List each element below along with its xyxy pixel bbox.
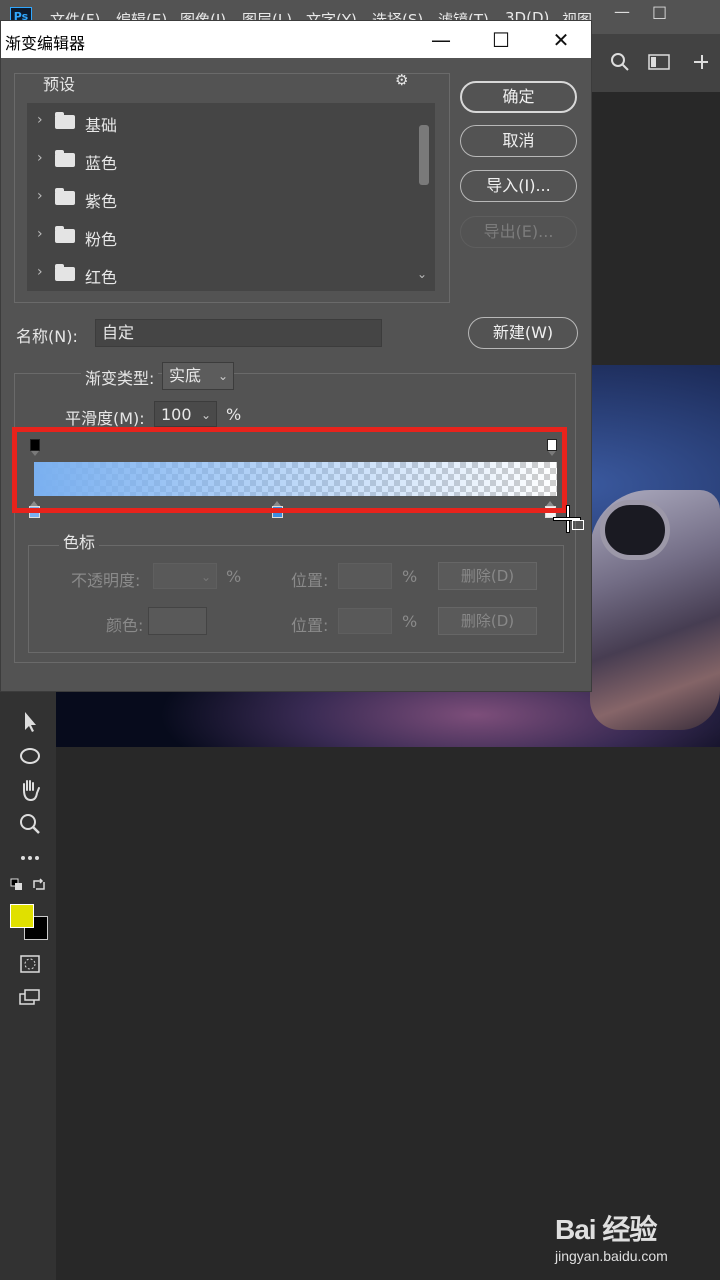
opacity-position-input (338, 563, 392, 589)
name-input[interactable]: 自定 (95, 319, 382, 347)
astronaut-helmet (600, 500, 670, 560)
stops-group-label: 色标 (59, 529, 100, 553)
name-label: 名称(N): (16, 327, 78, 346)
zoom-tool-icon[interactable] (16, 810, 44, 838)
swap-colors-icon[interactable] (32, 878, 46, 892)
chevron-down-icon[interactable]: ⌄ (417, 267, 427, 281)
preset-folder-name: 紫色 (85, 192, 118, 211)
chevron-right-icon[interactable]: › (37, 226, 43, 242)
smoothness-input[interactable]: 100 ⌄ (154, 401, 217, 427)
gear-icon[interactable]: ⚙ (395, 71, 408, 89)
baidu-jingyan-logo: Bai 经验 (555, 1214, 657, 1245)
chevron-right-icon[interactable]: › (37, 264, 43, 280)
preset-folder-pink[interactable]: › 粉色 (27, 217, 417, 255)
color-label: 颜色: (106, 616, 144, 635)
presets-scrollbar[interactable]: ⌄ (417, 107, 431, 287)
quick-mask-icon[interactable] (16, 950, 44, 978)
import-button[interactable]: 导入(I)... (460, 170, 577, 202)
color-position-input (338, 608, 392, 634)
folder-icon (55, 150, 75, 167)
ellipse-tool-icon[interactable] (16, 742, 44, 770)
default-colors-icon[interactable] (10, 878, 24, 892)
chevron-down-icon: ⌄ (200, 570, 211, 584)
share-icon[interactable] (692, 52, 714, 72)
scrollbar-thumb[interactable] (419, 125, 429, 185)
new-button[interactable]: 新建(W) (468, 317, 578, 349)
gradient-editor-dialog: 渐变编辑器 — ☐ ✕ 预设 ⚙ › 基础 › 蓝色 › 紫色 › 粉色 › 红… (0, 20, 592, 692)
more-tools-icon[interactable] (16, 844, 44, 872)
screen-mode-icon[interactable] (16, 984, 44, 1012)
presets-label: 预设 (43, 75, 76, 94)
options-bar (592, 34, 720, 92)
color-swatch-input (148, 607, 207, 635)
folder-icon (55, 226, 75, 243)
opacity-unit: % (226, 567, 242, 586)
workspace-icon[interactable] (648, 54, 670, 70)
opacity-position-label: 位置: (291, 571, 329, 590)
cancel-button[interactable]: 取消 (460, 125, 577, 157)
chevron-right-icon[interactable]: › (37, 150, 43, 166)
baidu-watermark: Bai 经验 jingyan.baidu.com (555, 1208, 715, 1264)
dialog-titlebar[interactable]: 渐变编辑器 — ☐ ✕ (1, 21, 591, 58)
maximize-button[interactable]: ☐ (481, 26, 521, 54)
hand-tool-icon[interactable] (16, 776, 44, 804)
color-position-label: 位置: (291, 616, 329, 635)
folder-icon (55, 112, 75, 129)
close-button[interactable]: ✕ (541, 26, 581, 54)
ok-button[interactable]: 确定 (460, 81, 577, 113)
folder-icon (55, 188, 75, 205)
preset-folder-name: 蓝色 (85, 154, 118, 173)
preset-folder-name: 红色 (85, 268, 118, 287)
preset-folder-name: 基础 (85, 116, 118, 135)
chevron-right-icon[interactable]: › (37, 188, 43, 204)
dialog-title: 渐变编辑器 (5, 34, 86, 53)
opacity-input: ⌄ (153, 563, 217, 589)
gradient-type-label: 渐变类型: (81, 365, 159, 389)
preset-folder-name: 粉色 (85, 230, 118, 249)
export-button: 导出(E)... (460, 216, 577, 248)
annotation-highlight-box (12, 427, 567, 513)
smoothness-label: 平滑度(M): (65, 409, 145, 428)
chevron-down-icon: ⌄ (217, 369, 228, 383)
gradient-type-select[interactable]: 实底 ⌄ (162, 362, 234, 390)
smoothness-value: 100 (161, 405, 192, 424)
color-position-unit: % (402, 612, 418, 631)
minimize-button[interactable]: — (421, 26, 461, 54)
chevron-down-icon[interactable]: ⌄ (201, 402, 211, 428)
search-icon[interactable] (610, 52, 630, 72)
watermark-url: jingyan.baidu.com (555, 1248, 668, 1264)
opacity-position-unit: % (402, 567, 418, 586)
presets-list: › 基础 › 蓝色 › 紫色 › 粉色 › 红色 ⌄ (27, 103, 435, 291)
gradient-type-value: 实底 (169, 366, 202, 385)
folder-icon (55, 264, 75, 281)
minimize-icon[interactable]: — (614, 2, 630, 21)
preset-folder-basic[interactable]: › 基础 (27, 103, 417, 141)
opacity-label: 不透明度: (71, 571, 141, 590)
preset-folder-red[interactable]: › 红色 (27, 255, 417, 293)
preset-folder-purple[interactable]: › 紫色 (27, 179, 417, 217)
cursor-copy-box (572, 520, 584, 530)
chevron-right-icon[interactable]: › (37, 112, 43, 128)
delete-opacity-stop-button: 删除(D) (438, 562, 537, 590)
maximize-icon[interactable]: □ (652, 2, 667, 21)
path-selection-icon[interactable] (16, 708, 44, 736)
foreground-color-swatch[interactable] (10, 904, 34, 928)
smoothness-unit: % (226, 405, 242, 424)
preset-folder-blue[interactable]: › 蓝色 (27, 141, 417, 179)
delete-color-stop-button: 删除(D) (438, 607, 537, 635)
